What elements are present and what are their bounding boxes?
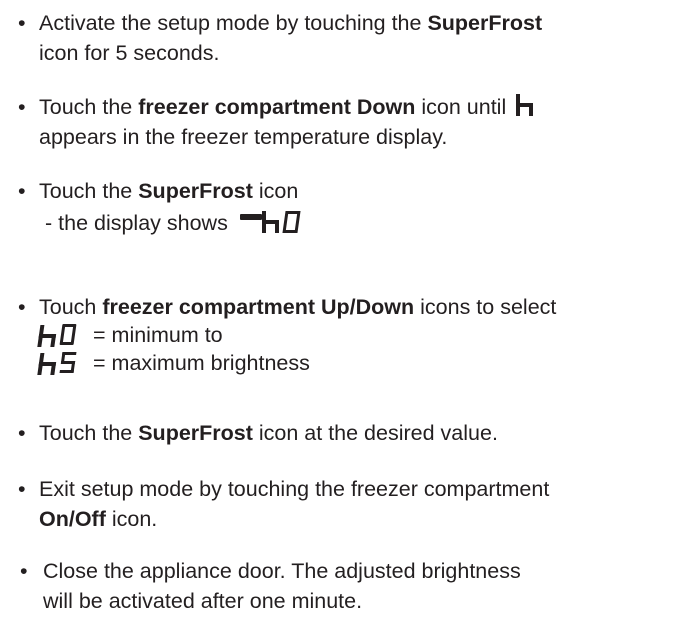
h5-display-icon	[39, 348, 93, 378]
maximum-line: = maximum brightness	[39, 348, 682, 378]
on-off-label: On/Off	[39, 507, 106, 531]
step-line-1: Touch freezer compartment Up/Down icons …	[39, 295, 557, 319]
step-line-2: - the display shows	[39, 208, 682, 238]
bullet: •	[18, 179, 26, 203]
freezer-down-label: freezer compartment Down	[138, 95, 416, 119]
bullet: •	[18, 421, 26, 445]
superfrost-label: SuperFrost	[138, 179, 253, 203]
bullet: •	[18, 11, 26, 35]
menu-icon	[239, 214, 262, 220]
zero-display-icon	[282, 211, 301, 233]
step-line-2: icon for 5 seconds.	[39, 41, 220, 65]
h0-display-icon	[39, 320, 93, 350]
step-line-1: Activate the setup mode by touching the …	[39, 11, 543, 35]
step-line-2: appears in the freezer temperature displ…	[39, 125, 448, 149]
bullet: •	[18, 95, 26, 119]
instructions-page: • Activate the setup mode by touching th…	[0, 0, 686, 617]
step-line-1: Touch the SuperFrost icon at the desired…	[39, 421, 498, 445]
step-line-1: Exit setup mode by touching the freezer …	[39, 477, 550, 501]
freezer-up-down-label: freezer compartment Up/Down	[102, 295, 415, 319]
bullet: •	[18, 295, 26, 319]
h-display-icon	[261, 211, 279, 233]
step-line-2: will be activated after one minute.	[43, 589, 363, 613]
minimum-line: = minimum to	[39, 320, 682, 350]
bullet: •	[18, 477, 26, 501]
h-display-icon	[516, 94, 534, 116]
superfrost-label: SuperFrost	[427, 11, 543, 35]
step-line-2: On/Off icon.	[39, 507, 158, 531]
superfrost-label: SuperFrost	[138, 421, 253, 445]
step-line-1: Touch the freezer compartment Down icon …	[39, 92, 682, 122]
step-line-1: Close the appliance door. The adjusted b…	[43, 559, 521, 583]
step-line-1: Touch the SuperFrost icon	[39, 179, 299, 203]
bullet: •	[20, 559, 28, 583]
